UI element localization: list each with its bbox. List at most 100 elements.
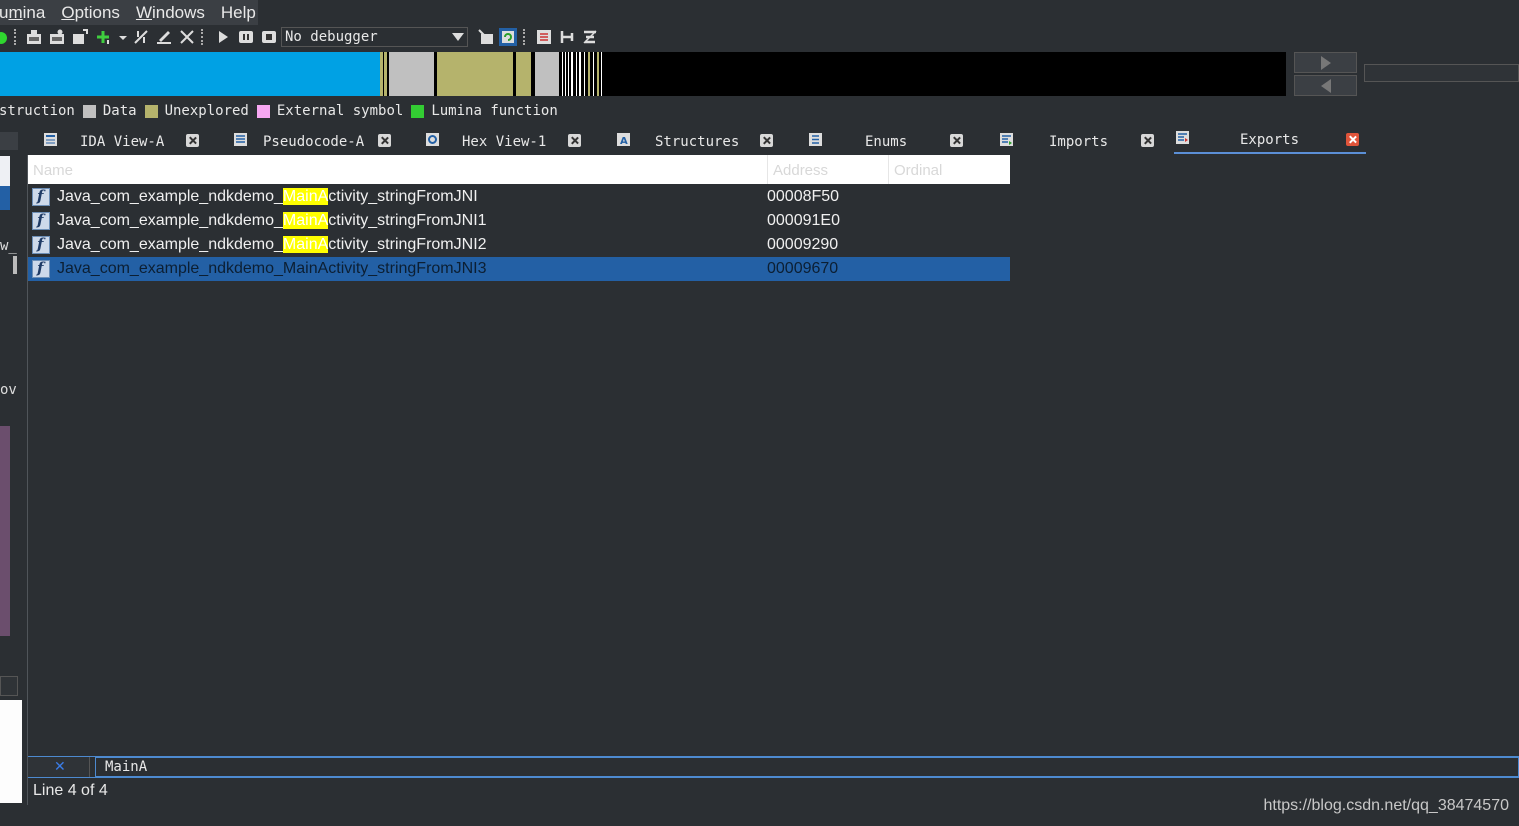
column-header-ordinal[interactable]: Ordinal bbox=[889, 155, 1010, 184]
tab-label: Structures bbox=[655, 134, 740, 150]
nav-segment bbox=[601, 52, 602, 96]
add-icon[interactable] bbox=[94, 28, 112, 46]
close-icon[interactable] bbox=[186, 134, 199, 147]
nav-legend: struction Data Unexplored External symbo… bbox=[0, 102, 558, 120]
hide-icon[interactable] bbox=[581, 28, 599, 46]
tab-bar: IDA View-A Pseudocode-A Hex View-1 A Str… bbox=[28, 129, 1519, 154]
nav-segment bbox=[576, 52, 577, 96]
legend-label: External symbol bbox=[276, 103, 404, 119]
tab-ida-view-a[interactable]: IDA View-A bbox=[40, 129, 202, 154]
segment-icon[interactable] bbox=[25, 28, 43, 46]
chevron-down-icon[interactable] bbox=[452, 33, 464, 41]
left-panel-header bbox=[0, 132, 18, 150]
left-panel-selected-row[interactable] bbox=[0, 186, 10, 210]
menu-options[interactable]: Options bbox=[61, 3, 120, 23]
nav-segment bbox=[584, 52, 585, 96]
left-panel-input[interactable] bbox=[0, 676, 18, 696]
column-header-address[interactable]: Address bbox=[768, 155, 889, 184]
pause-icon[interactable] bbox=[237, 28, 255, 46]
list-view-icon[interactable] bbox=[535, 28, 553, 46]
nav-scroll-controls bbox=[1294, 52, 1357, 96]
legend-label: struction bbox=[0, 103, 75, 119]
play-icon[interactable] bbox=[214, 28, 232, 46]
legend-label: Data bbox=[102, 103, 137, 119]
tab-label: Hex View-1 bbox=[462, 134, 547, 150]
column-header-name[interactable]: Name bbox=[28, 155, 768, 184]
nav-segment-unexplored bbox=[437, 52, 513, 96]
struct-icon[interactable] bbox=[48, 28, 66, 46]
menu-windows[interactable]: Windows bbox=[136, 3, 205, 23]
tab-imports[interactable]: Imports bbox=[998, 129, 1160, 154]
enum-icon[interactable] bbox=[71, 28, 89, 46]
navigation-band[interactable] bbox=[0, 52, 1286, 96]
tab-hex-view-1[interactable]: Hex View-1 bbox=[424, 129, 586, 154]
left-panel-scrollbar[interactable] bbox=[13, 256, 17, 274]
attach-process-icon[interactable] bbox=[477, 28, 495, 46]
table-row[interactable]: Java_com_example_ndkdemo_MainActivity_st… bbox=[28, 185, 1010, 209]
search-bar: ✕ MainA bbox=[28, 756, 1519, 778]
close-icon[interactable] bbox=[950, 134, 963, 147]
toolbar: No debugger bbox=[0, 26, 610, 48]
tab-structures[interactable]: A Structures bbox=[615, 129, 777, 154]
close-icon[interactable] bbox=[760, 134, 773, 147]
ida-view-icon bbox=[44, 133, 57, 146]
menu-help[interactable]: Help bbox=[221, 3, 256, 23]
export-name: Java_com_example_ndkdemo_MainActivity_st… bbox=[57, 188, 478, 205]
nav-segment-code bbox=[0, 52, 380, 96]
function-icon bbox=[32, 211, 50, 230]
search-highlight: MainA bbox=[282, 188, 329, 205]
tab-label: IDA View-A bbox=[80, 134, 165, 150]
table-row[interactable]: Java_com_example_ndkdemo_MainActivity_st… bbox=[28, 209, 1010, 233]
table-row-selected[interactable]: Java_com_example_ndkdemo_MainActivity_st… bbox=[28, 257, 1010, 281]
tab-exports[interactable]: Exports bbox=[1174, 129, 1366, 154]
lumina-status-icon[interactable] bbox=[0, 28, 10, 46]
debugger-select[interactable]: No debugger bbox=[281, 27, 468, 47]
nav-segment bbox=[593, 52, 594, 96]
nav-segment-data bbox=[535, 52, 559, 96]
watermark: https://blog.csdn.net/qq_38474570 bbox=[1263, 797, 1509, 814]
nav-scroll-left-button[interactable] bbox=[1294, 75, 1357, 96]
close-icon: ✕ bbox=[54, 759, 66, 775]
graph-view-icon[interactable] bbox=[558, 28, 576, 46]
nav-segment bbox=[384, 52, 387, 96]
left-panel-list bbox=[0, 156, 10, 186]
svg-text:A: A bbox=[620, 136, 628, 147]
chevron-left-icon bbox=[1321, 79, 1331, 93]
legend-swatch bbox=[256, 104, 270, 118]
nav-zoom-slider[interactable] bbox=[1364, 64, 1519, 82]
table-header: Name Address Ordinal bbox=[28, 155, 1010, 184]
export-address: 000091E0 bbox=[767, 212, 840, 229]
left-panel-graph-overview[interactable] bbox=[0, 426, 10, 636]
delete-icon[interactable] bbox=[178, 28, 196, 46]
structures-icon: A bbox=[617, 133, 630, 147]
table-row[interactable]: Java_com_example_ndkdemo_MainActivity_st… bbox=[28, 233, 1010, 257]
imports-icon bbox=[1000, 133, 1013, 146]
refresh-icon[interactable] bbox=[499, 28, 517, 46]
close-icon[interactable] bbox=[568, 134, 581, 147]
nav-segment bbox=[568, 52, 569, 96]
close-icon[interactable] bbox=[378, 134, 391, 147]
status-line: Line 4 of 4 bbox=[33, 782, 108, 799]
menu-options-rest: ptions bbox=[74, 2, 120, 22]
enums-icon bbox=[809, 133, 822, 146]
tab-pseudocode-a[interactable]: Pseudocode-A bbox=[232, 129, 394, 154]
menu-lumina[interactable]: umina bbox=[0, 3, 45, 23]
tab-label: Pseudocode-A bbox=[263, 134, 365, 150]
nav-segment-unexplored bbox=[516, 52, 531, 96]
chevron-down-icon[interactable] bbox=[114, 28, 132, 46]
close-icon[interactable] bbox=[1141, 134, 1154, 147]
nav-segment-data bbox=[389, 52, 434, 96]
tab-enums[interactable]: Enums bbox=[807, 129, 969, 154]
left-panel-output bbox=[0, 700, 22, 803]
nav-scroll-right-button[interactable] bbox=[1294, 52, 1357, 73]
cross-reference-icon[interactable] bbox=[132, 28, 150, 46]
close-icon[interactable] bbox=[1346, 133, 1359, 146]
edit-icon[interactable] bbox=[155, 28, 173, 46]
stop-icon[interactable] bbox=[260, 28, 278, 46]
search-close-button[interactable]: ✕ bbox=[28, 757, 90, 777]
legend-swatch bbox=[82, 104, 96, 118]
search-input[interactable]: MainA bbox=[95, 757, 1519, 777]
nav-segment bbox=[565, 52, 566, 96]
toolbar-separator bbox=[201, 29, 203, 45]
nav-segment bbox=[380, 52, 383, 96]
